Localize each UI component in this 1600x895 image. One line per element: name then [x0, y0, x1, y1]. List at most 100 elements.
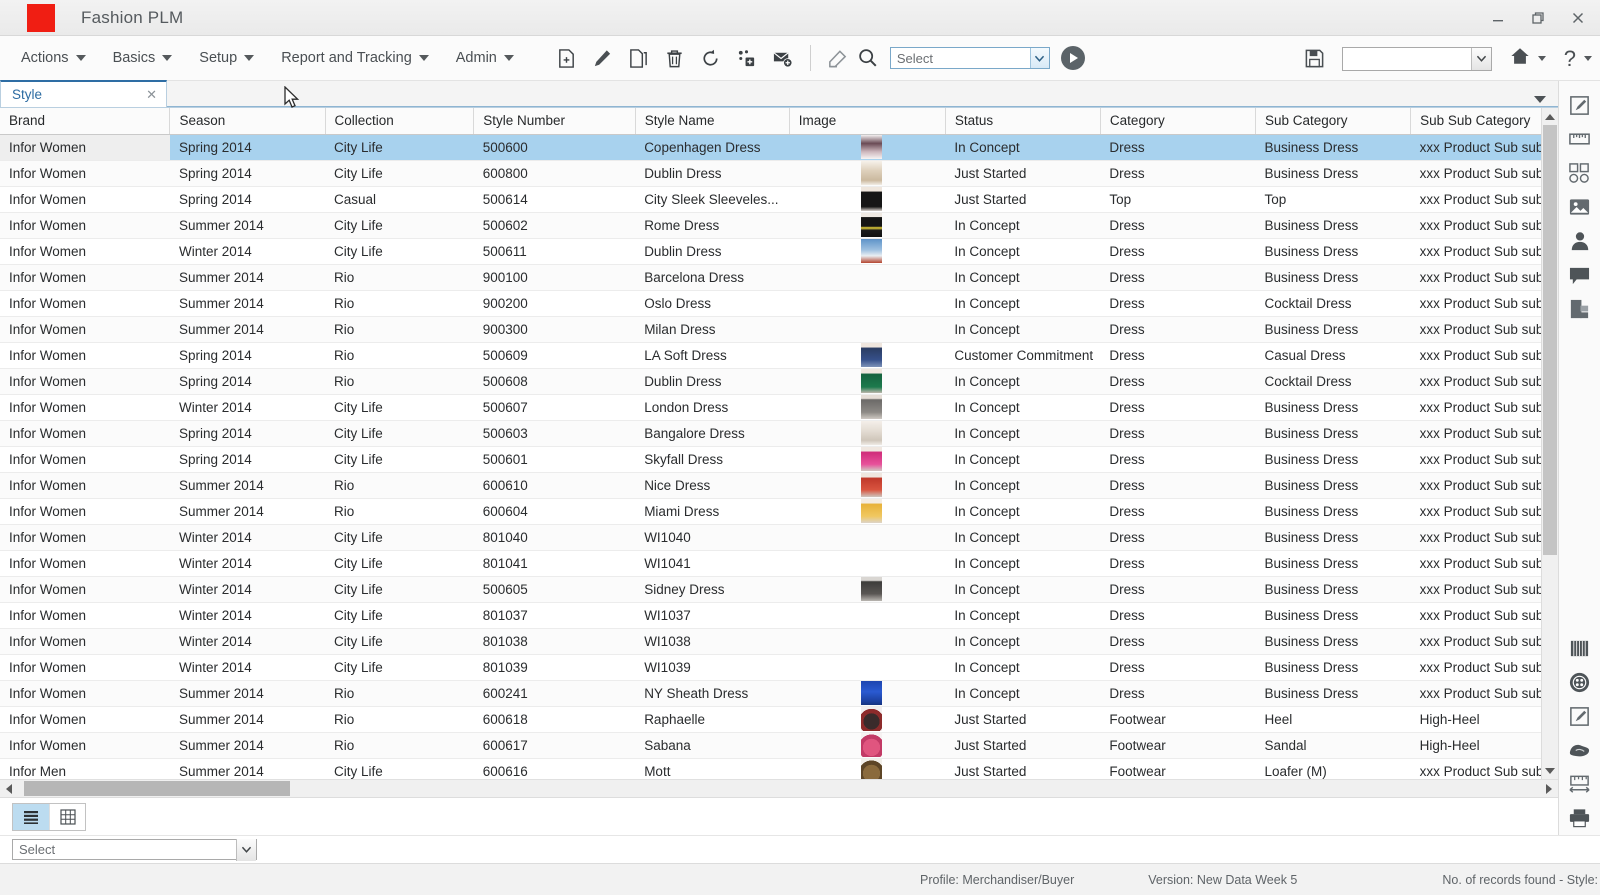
- cell-season[interactable]: Spring 2014: [169, 342, 326, 369]
- cell-season[interactable]: Summer 2014: [169, 212, 326, 239]
- table-row[interactable]: Infor Women Summer 2014 Rio 900200 Oslo Dres…: [0, 290, 1541, 317]
- cell-season[interactable]: Spring 2014: [169, 446, 326, 473]
- sketch-pen-icon[interactable]: [1563, 699, 1597, 733]
- table-row[interactable]: Infor Women Summer 2014 City Life 500602 Rom…: [0, 212, 1541, 239]
- cell-season[interactable]: Winter 2014: [169, 524, 326, 551]
- cell-season[interactable]: Summer 2014: [169, 472, 326, 499]
- cell-category[interactable]: Dress: [1100, 420, 1256, 447]
- cell-sub_sub_category[interactable]: xxx Product Sub sub...: [1410, 368, 1541, 395]
- cell-status[interactable]: In Concept: [945, 654, 1101, 681]
- cell-brand[interactable]: Infor Women: [0, 706, 170, 733]
- cell-status[interactable]: In Concept: [945, 290, 1101, 317]
- table-row[interactable]: Infor Women Winter 2014 City Life 801038 WI1…: [0, 628, 1541, 655]
- cell-season[interactable]: Summer 2014: [169, 290, 326, 317]
- cell-style_number[interactable]: 801039: [473, 654, 636, 681]
- home-icon[interactable]: [1510, 46, 1530, 71]
- comments-icon[interactable]: [1563, 258, 1597, 292]
- grid-header-category[interactable]: Category: [1100, 108, 1257, 135]
- cell-style_number[interactable]: 600618: [473, 706, 636, 733]
- cell-sub_sub_category[interactable]: xxx Product Sub sub...: [1410, 394, 1541, 421]
- cell-sub_sub_category[interactable]: xxx Product Sub sub...: [1410, 446, 1541, 473]
- cell-style_name[interactable]: Sabana: [635, 732, 790, 759]
- cell-collection[interactable]: City Life: [325, 420, 474, 447]
- measurement-ruler-icon[interactable]: [1563, 122, 1597, 156]
- cell-season[interactable]: Winter 2014: [169, 576, 326, 603]
- cell-style_name[interactable]: Miami Dress: [635, 498, 790, 525]
- cell-sub_sub_category[interactable]: xxx Product Sub sub...: [1410, 576, 1541, 603]
- cell-style_name[interactable]: Bangalore Dress: [635, 420, 790, 447]
- table-row[interactable]: Infor Men Summer 2014 City Life 600616 Mott J…: [0, 758, 1541, 779]
- cell-status[interactable]: In Concept: [945, 550, 1101, 577]
- chevron-down-icon[interactable]: [236, 838, 256, 861]
- cell-sub_sub_category[interactable]: xxx Product Sub sub...: [1410, 628, 1541, 655]
- cell-image[interactable]: [789, 472, 946, 499]
- cell-category[interactable]: Dress: [1100, 576, 1256, 603]
- grid-header-sub_category[interactable]: Sub Category: [1255, 108, 1412, 135]
- delete-trash-icon[interactable]: [662, 45, 688, 71]
- table-row[interactable]: Infor Women Summer 2014 Rio 600617 Sabana Jus…: [0, 732, 1541, 759]
- cell-style_number[interactable]: 500609: [473, 342, 636, 369]
- leather-icon[interactable]: [1563, 733, 1597, 767]
- cell-season[interactable]: Summer 2014: [169, 732, 326, 759]
- cell-brand[interactable]: Infor Women: [0, 472, 170, 499]
- cell-sub_sub_category[interactable]: xxx Product Sub sub...: [1410, 212, 1541, 239]
- clipboard-tasks-icon[interactable]: [1563, 292, 1597, 326]
- cell-image[interactable]: [789, 264, 946, 291]
- cell-image[interactable]: [789, 238, 946, 265]
- cell-status[interactable]: In Concept: [945, 316, 1101, 343]
- cell-image[interactable]: [789, 498, 946, 525]
- cell-category[interactable]: Dress: [1100, 212, 1256, 239]
- cell-category[interactable]: Dress: [1100, 290, 1256, 317]
- cell-sub_sub_category[interactable]: xxx Product Sub sub...: [1410, 654, 1541, 681]
- cell-status[interactable]: In Concept: [945, 212, 1101, 239]
- cell-image[interactable]: [789, 602, 946, 629]
- list-view-button[interactable]: [13, 803, 49, 830]
- scroll-left-button[interactable]: [0, 780, 18, 798]
- table-row[interactable]: Infor Women Summer 2014 Rio 900300 Milan Dre…: [0, 316, 1541, 343]
- cell-status[interactable]: In Concept: [945, 498, 1101, 525]
- cell-collection[interactable]: Rio: [325, 290, 474, 317]
- cell-season[interactable]: Spring 2014: [169, 186, 326, 213]
- cell-brand[interactable]: Infor Women: [0, 498, 170, 525]
- cell-style_name[interactable]: Mott: [635, 758, 790, 779]
- cell-style_name[interactable]: NY Sheath Dress: [635, 680, 790, 707]
- cell-image[interactable]: [789, 212, 946, 239]
- cell-style_name[interactable]: Nice Dress: [635, 472, 790, 499]
- size-measure-icon[interactable]: [1563, 767, 1597, 801]
- menu-setup[interactable]: Setup: [190, 46, 263, 70]
- cell-category[interactable]: Footwear: [1100, 732, 1256, 759]
- cell-style_number[interactable]: 600241: [473, 680, 636, 707]
- cell-style_number[interactable]: 801040: [473, 524, 636, 551]
- cell-sub_category[interactable]: Business Dress: [1255, 394, 1411, 421]
- cell-sub_sub_category[interactable]: xxx Product Sub sub...: [1410, 472, 1541, 499]
- cell-sub_sub_category[interactable]: xxx Product Sub sub...: [1410, 524, 1541, 551]
- cell-sub_sub_category[interactable]: xxx Product Sub sub...: [1410, 186, 1541, 213]
- close-icon[interactable]: ✕: [146, 87, 157, 103]
- cell-style_name[interactable]: City Sleek Sleeveles...: [635, 186, 790, 213]
- cell-style_number[interactable]: 500608: [473, 368, 636, 395]
- cell-brand[interactable]: Infor Women: [0, 368, 170, 395]
- cell-status[interactable]: In Concept: [945, 472, 1101, 499]
- cell-sub_category[interactable]: Loafer (M): [1255, 758, 1411, 779]
- cell-image[interactable]: [789, 446, 946, 473]
- cell-sub_category[interactable]: Business Dress: [1255, 628, 1411, 655]
- cell-season[interactable]: Winter 2014: [169, 238, 326, 265]
- cell-category[interactable]: Dress: [1100, 498, 1256, 525]
- cell-status[interactable]: In Concept: [945, 680, 1101, 707]
- cell-image[interactable]: [789, 550, 946, 577]
- cell-sub_category[interactable]: Business Dress: [1255, 238, 1411, 265]
- cell-image[interactable]: [789, 420, 946, 447]
- grid-header-style_number[interactable]: Style Number: [473, 108, 636, 135]
- cell-season[interactable]: Spring 2014: [169, 420, 326, 447]
- cell-category[interactable]: Dress: [1100, 628, 1256, 655]
- home-menu[interactable]: [1510, 46, 1546, 71]
- cell-image[interactable]: [789, 758, 946, 779]
- design-brush-icon[interactable]: [1563, 88, 1597, 122]
- cell-image[interactable]: [789, 134, 946, 161]
- scroll-right-button[interactable]: [1540, 780, 1558, 798]
- cell-brand[interactable]: Infor Women: [0, 212, 170, 239]
- cell-collection[interactable]: Casual: [325, 186, 474, 213]
- cell-season[interactable]: Winter 2014: [169, 394, 326, 421]
- table-row[interactable]: Infor Women Spring 2014 Rio 500608 Dublin Dr…: [0, 368, 1541, 395]
- cell-collection[interactable]: City Life: [325, 394, 474, 421]
